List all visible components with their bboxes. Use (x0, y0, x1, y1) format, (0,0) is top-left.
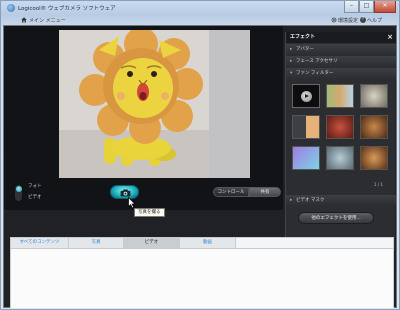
play-icon (301, 91, 312, 102)
webcam-frame-image (59, 30, 250, 178)
camera-icon (120, 189, 131, 197)
logitech-logo-icon (7, 4, 15, 12)
video-mode-label[interactable]: ビデオ (28, 194, 42, 200)
effects-section-video-mask[interactable]: ▸ ビデオ マスク (286, 195, 396, 206)
gallery-panel: すべてのコンテンツ 写真 ビデオ 動画 (10, 237, 394, 308)
sharing-button[interactable]: 共有 (249, 187, 281, 197)
chevron-right-icon: ▸ (290, 59, 293, 64)
photo-mode-label[interactable]: フォト (28, 183, 42, 189)
window-title: Logicool® ウェブカメラ ソフトウェア (18, 6, 116, 12)
close-window-button[interactable]: ✕ (374, 1, 396, 13)
application-window: Logicool® ウェブカメラ ソフトウェア – □ ✕ メイン メニュー 環… (0, 0, 400, 310)
title-bar[interactable]: Logicool® ウェブカメラ ソフトウェア – □ ✕ (1, 1, 399, 15)
gallery-content (11, 248, 393, 308)
preview-panel: フォト ビデオ コントロール 共有 (4, 26, 283, 210)
more-effects-button[interactable]: 他のエフェクトを使用... (298, 212, 374, 224)
filter-thumb-9[interactable] (360, 146, 388, 170)
home-icon[interactable] (21, 17, 27, 23)
control-button[interactable]: コントロール (213, 187, 249, 197)
tab-photos[interactable]: 写真 (69, 238, 124, 248)
filter-thumb-none[interactable] (292, 84, 320, 108)
capture-tooltip: 写真を撮る (134, 208, 165, 217)
filter-thumb-8[interactable] (326, 146, 354, 170)
app-body: フォト ビデオ コントロール 共有 エフェクト × ▸ アバター ▸ フェース … (3, 25, 397, 308)
effects-panel: エフェクト × ▸ アバター ▸ フェース アクセサリ ▾ ファン フィルター (285, 32, 396, 251)
photo-video-toggle[interactable] (14, 184, 23, 202)
maximize-button[interactable]: □ (359, 1, 374, 13)
tab-movies[interactable]: 動画 (180, 238, 236, 248)
effects-title: エフェクト (290, 34, 316, 40)
capture-controls: フォト ビデオ コントロール 共有 (12, 182, 282, 208)
filter-thumb-7[interactable] (292, 146, 320, 170)
effects-section-face-accessories[interactable]: ▸ フェース アクセサリ (286, 56, 396, 67)
gear-icon[interactable] (331, 17, 337, 23)
effects-section-fun-filters[interactable]: ▾ ファン フィルター (286, 68, 396, 79)
chevron-down-icon: ▾ (290, 71, 293, 76)
effects-close-icon[interactable]: × (386, 33, 394, 41)
mouse-cursor-icon (128, 197, 136, 209)
main-menu-link[interactable]: メイン メニュー (29, 17, 66, 24)
effects-section-avatar[interactable]: ▸ アバター (286, 44, 396, 55)
menu-bar: メイン メニュー 環境設定 ? ヘルプ (3, 15, 397, 25)
effects-header: エフェクト × (286, 32, 396, 43)
section-label: フェース アクセサリ (296, 59, 338, 64)
section-label: ファン フィルター (296, 71, 334, 76)
help-link[interactable]: ヘルプ (367, 17, 382, 24)
filter-thumb-4[interactable] (292, 115, 320, 139)
settings-link[interactable]: 環境設定 (338, 17, 358, 24)
filter-thumb-2[interactable] (326, 84, 354, 108)
fun-filter-thumbnails (292, 84, 390, 170)
chevron-right-icon: ▸ (290, 47, 293, 52)
page-indicator: 1 / 1 (374, 182, 383, 187)
chevron-right-icon: ▸ (290, 198, 293, 203)
help-icon[interactable]: ? (360, 17, 366, 23)
filter-thumb-3[interactable] (360, 84, 388, 108)
minimize-button[interactable]: – (344, 1, 359, 13)
section-label: アバター (296, 47, 314, 52)
webcam-preview (59, 30, 250, 178)
tab-video[interactable]: ビデオ (124, 238, 180, 248)
filter-thumb-6[interactable] (360, 115, 388, 139)
filter-thumb-5[interactable] (326, 115, 354, 139)
tab-all-content[interactable]: すべてのコンテンツ (11, 238, 69, 248)
window-controls: – □ ✕ (344, 1, 396, 13)
toggle-knob (16, 186, 22, 192)
section-label: ビデオ マスク (296, 198, 325, 203)
